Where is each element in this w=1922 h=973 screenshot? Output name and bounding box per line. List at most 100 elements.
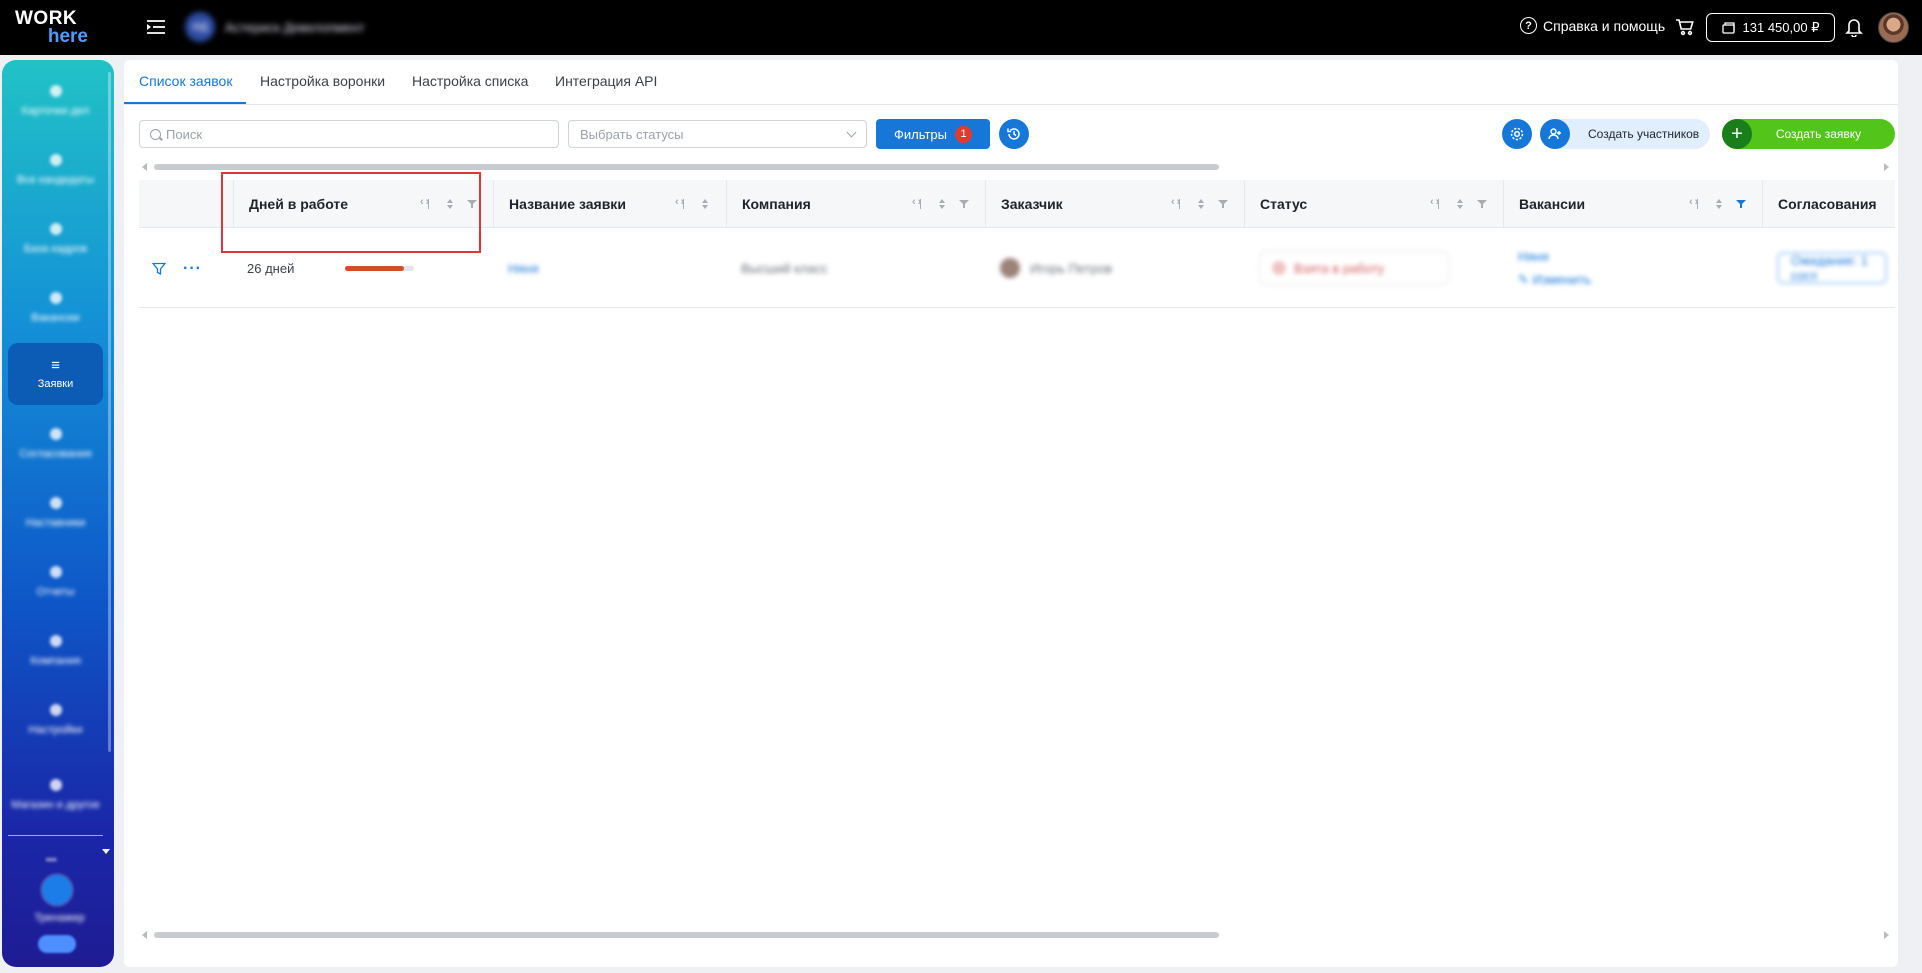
column-header-company[interactable]: Компания <box>726 180 985 228</box>
sidebar-item-shop[interactable]: Магазин и другое <box>8 760 103 830</box>
trainer-icon[interactable] <box>42 875 72 905</box>
sidebar-item-settings[interactable]: Настройки <box>8 689 103 751</box>
trainer-label: Тренажер <box>34 912 85 924</box>
sidebar-item-cards[interactable]: Карточки дел <box>8 70 103 132</box>
tab-list-settings[interactable]: Настройка списка <box>412 73 528 89</box>
search-icon <box>150 128 161 140</box>
request-name-link[interactable]: Няня <box>508 261 539 276</box>
status-dot-icon <box>1272 261 1286 275</box>
more-dots[interactable]: ••• <box>46 855 57 866</box>
status-select[interactable]: Выбрать статусы <box>568 120 867 148</box>
resize-icon[interactable] <box>912 196 925 209</box>
help-link[interactable]: ? Справка и помощь <box>1520 17 1665 34</box>
horizontal-scrollbar-top[interactable] <box>154 164 1219 170</box>
bell-icon[interactable] <box>1845 17 1863 38</box>
sort-icon[interactable] <box>1455 199 1465 209</box>
edit-vacancy-link[interactable]: ✎ Изменить <box>1518 272 1591 288</box>
sidebar-item-label: Вакансии <box>31 311 80 324</box>
resize-icon[interactable] <box>1689 196 1702 209</box>
resize-icon[interactable] <box>675 196 688 209</box>
sidebar-item-database[interactable]: База кадров <box>8 208 103 270</box>
cart-icon[interactable] <box>1675 17 1695 37</box>
logo[interactable]: WORK here <box>15 9 90 47</box>
create-participants-button[interactable]: Создать участников <box>1540 119 1710 149</box>
filter-active-icon[interactable] <box>1736 199 1746 209</box>
sidebar-item-company[interactable]: Компания <box>8 620 103 682</box>
sidebar-item-label: Настройки <box>28 723 83 736</box>
sidebar-item-vacancies[interactable]: Вакансии <box>8 277 103 339</box>
sidebar-item-label: Согласования <box>19 447 92 460</box>
status-select[interactable]: Взята в работу <box>1259 251 1449 285</box>
user-avatar[interactable] <box>1878 12 1909 43</box>
history-icon <box>1007 128 1020 140</box>
sidebar-item-reports[interactable]: Отчеты <box>8 551 103 613</box>
column-title: Компания <box>742 196 811 212</box>
list-icon: ≡ <box>51 357 60 374</box>
create-request-button[interactable]: + Создать заявку <box>1722 119 1895 149</box>
filter-icon[interactable] <box>152 262 166 276</box>
gear-icon <box>1510 127 1524 141</box>
settings-button[interactable] <box>1502 119 1532 149</box>
sidebar-item-approvals[interactable]: Согласования <box>8 413 103 475</box>
search-input[interactable]: Поиск <box>139 120 559 148</box>
sidebar-item-label: База кадров <box>23 242 88 255</box>
column-title: Согласования <box>1778 196 1877 212</box>
column-header-customer[interactable]: Заказчик <box>985 180 1244 228</box>
top-bar: WORK here ИД Астериск Девелопмент ? Спра… <box>0 0 1922 55</box>
sidebar-item-label: Компания <box>30 654 81 667</box>
horizontal-scrollbar-bottom[interactable] <box>154 932 1219 938</box>
more-options-icon[interactable]: ··· <box>183 260 202 278</box>
theme-toggle[interactable] <box>38 935 76 953</box>
scroll-left-arrow-icon[interactable] <box>142 931 147 939</box>
customer-avatar <box>1000 258 1020 278</box>
sidebar-scrollbar[interactable] <box>108 72 111 752</box>
org-name: Астериск Девелопмент <box>225 19 365 35</box>
tab-funnel-settings[interactable]: Настройка воронки <box>260 73 385 89</box>
tab-request-list[interactable]: Список заявок <box>139 73 232 89</box>
briefcase-icon <box>49 291 62 304</box>
active-tab-indicator <box>124 102 246 104</box>
sort-icon[interactable] <box>937 199 947 209</box>
logo-here: here <box>47 26 88 47</box>
mentor-icon <box>49 496 62 509</box>
add-user-icon <box>1540 119 1570 149</box>
org-avatar: ИД <box>185 12 215 42</box>
approval-status-button[interactable]: Ожидание: 1 согл <box>1777 252 1887 284</box>
filter-icon[interactable] <box>1477 199 1487 209</box>
column-header-approvals[interactable]: Согласования <box>1762 180 1895 228</box>
vacancy-link[interactable]: Няня <box>1518 249 1549 264</box>
sort-icon[interactable] <box>1714 199 1724 209</box>
sidebar-divider <box>8 835 103 836</box>
building-icon <box>49 634 62 647</box>
sidebar-item-label: Магазин и другое <box>11 798 100 811</box>
column-header-name[interactable]: Название заявки <box>493 180 726 228</box>
scroll-right-arrow-icon[interactable] <box>1884 931 1889 939</box>
sidebar-item-requests[interactable]: ≡ Заявки <box>8 343 103 405</box>
sidebar-item-label: Карточки дел <box>21 104 90 117</box>
history-button[interactable] <box>999 119 1029 149</box>
organization-switcher[interactable]: ИД Астериск Девелопмент <box>185 12 364 42</box>
status-cell: Взята в работу <box>1244 228 1503 308</box>
status-value: Взята в работу <box>1294 260 1385 276</box>
sidebar-item-candidates[interactable]: Все кандидаты <box>8 139 103 201</box>
column-header-vacancies[interactable]: Вакансии <box>1503 180 1762 228</box>
sidebar-item-label: Отчеты <box>36 585 75 598</box>
chevron-down-icon[interactable] <box>102 849 110 854</box>
scroll-left-arrow-icon[interactable] <box>142 163 147 171</box>
days-in-work-value: 26 дней <box>247 261 295 276</box>
sidebar-item-mentors[interactable]: Наставники <box>8 482 103 544</box>
resize-icon[interactable] <box>1430 196 1443 209</box>
sort-icon[interactable] <box>700 199 710 209</box>
tab-api-integration[interactable]: Интеграция API <box>555 73 657 89</box>
filter-icon[interactable] <box>959 199 969 209</box>
scroll-right-arrow-icon[interactable] <box>1884 163 1889 171</box>
column-header-status[interactable]: Статус <box>1244 180 1503 228</box>
menu-toggle-icon[interactable] <box>145 17 167 37</box>
balance-button[interactable]: 131 450,00 ₽ <box>1706 13 1835 42</box>
resize-icon[interactable] <box>1171 196 1184 209</box>
filter-icon[interactable] <box>1218 199 1228 209</box>
filters-button[interactable]: Фильтры 1 <box>876 119 990 149</box>
people-icon <box>49 153 62 166</box>
sort-icon[interactable] <box>1196 199 1206 209</box>
balance-amount: 131 450,00 ₽ <box>1742 19 1820 35</box>
